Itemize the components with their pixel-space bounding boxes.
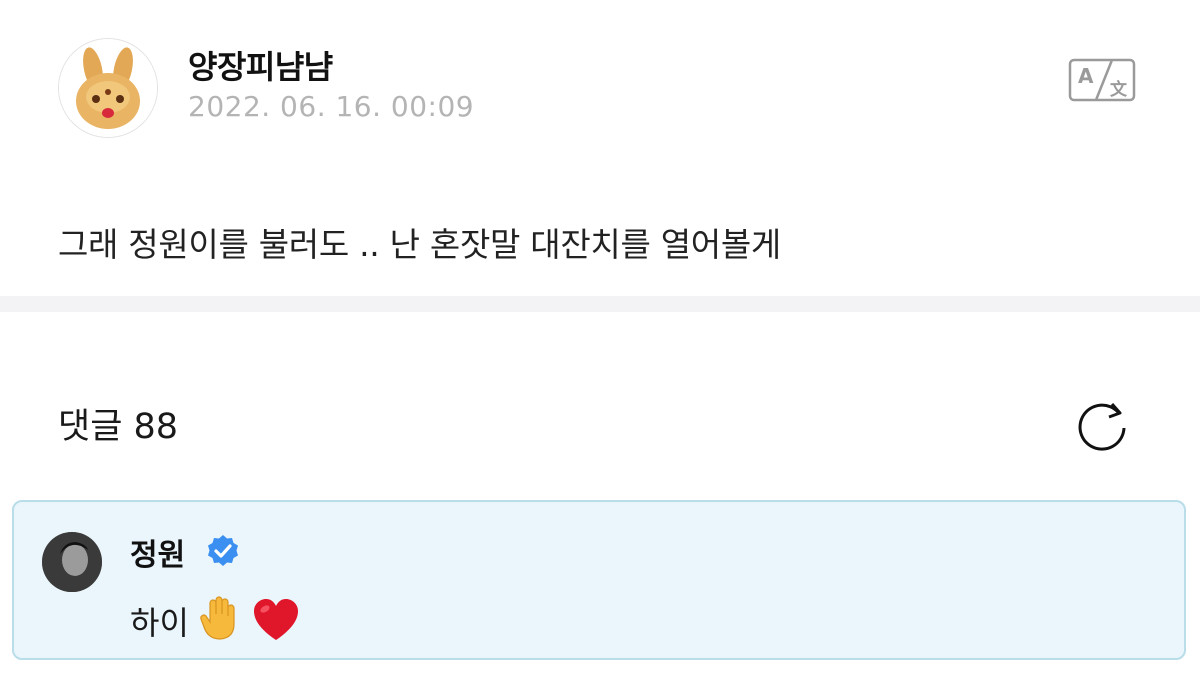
translate-icon: A 文 <box>1068 58 1136 102</box>
red-heart-emoji-icon <box>254 599 298 640</box>
svg-text:A: A <box>1078 64 1094 88</box>
author-avatar[interactable] <box>58 38 158 138</box>
bread-bunny-avatar-icon <box>59 39 157 137</box>
post-body-text: 그래 정원이를 불러도 .. 난 혼잣말 대잔치를 열어볼게 <box>58 225 781 264</box>
person-photo-icon <box>42 532 102 592</box>
raised-hand-emoji-icon <box>200 596 235 640</box>
comments-count-label: 댓글 88 <box>58 407 179 447</box>
author-name[interactable]: 양장피냠냠 <box>188 42 333 88</box>
refresh-icon <box>1078 403 1126 451</box>
commenter-name[interactable]: 정원 <box>130 530 185 574</box>
translate-button[interactable]: A 文 <box>1068 56 1138 104</box>
comment-item: 정원 하이 <box>12 500 1186 660</box>
post-date: 2022. 06. 16. 00:09 <box>188 90 475 123</box>
comment-text: 하이 <box>130 604 189 642</box>
commenter-avatar[interactable] <box>42 532 102 592</box>
refresh-button[interactable] <box>1072 398 1132 454</box>
post-header: 양장피냠냠 2022. 06. 16. 00:09 A 文 <box>58 38 1158 138</box>
verified-badge-icon <box>208 535 238 566</box>
section-divider <box>0 296 1200 312</box>
svg-text:文: 文 <box>1110 79 1128 100</box>
